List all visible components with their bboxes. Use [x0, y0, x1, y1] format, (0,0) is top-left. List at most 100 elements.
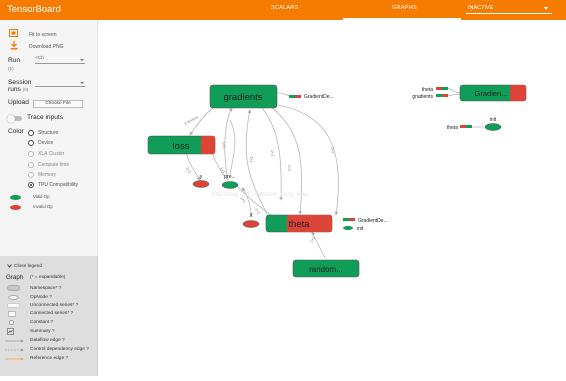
chevron-down-icon — [80, 82, 84, 84]
legend-reference-edge[interactable]: Reference edge ? — [30, 356, 68, 361]
color-radio-xla-cluster[interactable] — [28, 151, 34, 157]
color-option-device: Device — [38, 140, 54, 146]
edge-label-1: 1×1 — [185, 167, 192, 175]
top-bar: TensorBoard SCALARS GRAPHS INACTIVE — [0, 0, 566, 20]
opnode-icon — [8, 295, 19, 300]
node-loss[interactable]: loss — [147, 135, 216, 155]
valid-op-label: Valid Op — [33, 194, 50, 199]
edge-label-5: 1×1 — [270, 150, 275, 157]
graph-svg: 3 tensors 1×1 1×1 1×1 1×1 1×1 1×1 1×1 1×… — [147, 84, 527, 278]
node-gradients-aux-label: Gradien... — [475, 89, 508, 98]
color-option-structure: Structure — [38, 130, 59, 136]
node-gradients-aux[interactable]: Gradien... — [459, 84, 527, 102]
legend-control-dependency-edge[interactable]: Control dependency edge ? — [30, 347, 89, 352]
node-theta[interactable]: theta — [265, 214, 333, 233]
node-init-label: init — [490, 117, 497, 123]
run-select-value: <Ch — [35, 56, 44, 61]
aux-theta-input[interactable]: theta — [422, 87, 448, 93]
chevron-down-icon[interactable] — [7, 264, 12, 268]
edge-label-7: 1×1 — [330, 147, 335, 154]
legend-opnode[interactable]: OpNode ? — [30, 295, 52, 300]
chevron-down-icon — [544, 7, 548, 10]
constant-icon — [9, 320, 14, 325]
color-radio-tpu-compatibility[interactable] — [28, 182, 34, 188]
aux-gradients-label: gradients — [412, 94, 433, 100]
run-select[interactable]: <Ch — [35, 56, 85, 64]
run-count: (1) — [8, 66, 14, 71]
trace-inputs-label: Trace inputs — [27, 114, 64, 121]
connected-series-icon — [8, 311, 16, 317]
series-init[interactable]: init — [343, 226, 364, 232]
graph-canvas[interactable]: 3 tensors 1×1 1×1 1×1 1×1 1×1 1×1 1×1 1×… — [99, 20, 566, 376]
legend-constant[interactable]: Constant ? — [30, 320, 53, 325]
graph-legend-note: (* = expandable) — [30, 275, 66, 280]
node-x-label: X — [249, 213, 253, 219]
session-runs-word: runs — [8, 86, 21, 93]
edge-label-10: 1×1 — [254, 208, 261, 216]
aux-theta-label-2: theta — [447, 125, 458, 131]
choose-file-button[interactable]: Choose File — [33, 100, 83, 108]
download-png-button[interactable]: Download PNG — [29, 44, 63, 50]
watermark: http://blog.csdn.net/sinat_yang_liblu — [212, 192, 307, 198]
graph-legend-title: Graph — [6, 274, 24, 281]
session-runs-label-2: runs (0) — [8, 86, 28, 93]
node-theta-label: theta — [288, 219, 310, 230]
color-radio-structure[interactable] — [28, 130, 34, 136]
aux-theta-input-2[interactable]: theta — [447, 125, 472, 131]
node-gradients[interactable]: gradients — [209, 84, 278, 109]
run-status-value: INACTIVE — [468, 5, 494, 11]
tab-scalars[interactable]: SCALARS — [271, 5, 299, 11]
node-random[interactable]: random... — [292, 259, 360, 278]
color-option-xla-cluster: XLA Cluster — [38, 151, 65, 157]
node-init[interactable]: init — [484, 117, 502, 131]
session-runs-count: (0) — [22, 87, 29, 92]
series-gradient-descent-2[interactable]: GradientDe... — [343, 218, 388, 224]
color-option-memory: Memory — [38, 172, 57, 178]
valid-op-swatch — [10, 195, 21, 200]
edge-random-theta — [311, 231, 326, 259]
node-pre[interactable]: pre... — [221, 174, 239, 189]
tab-graphs[interactable]: GRAPHS — [392, 5, 417, 11]
legend-unconnected-series[interactable]: Unconnected series* ? — [30, 303, 78, 308]
invalid-op-label: Invalid Op — [33, 204, 53, 209]
edge-gradients-side — [277, 92, 291, 97]
color-label: Color — [8, 128, 24, 135]
run-status-dropdown[interactable]: INACTIVE — [466, 3, 552, 14]
aux-theta-label: theta — [422, 87, 433, 93]
color-option-tpu-compatibility: TPU Compatibility — [38, 182, 79, 188]
edge-gradients-theta-2 — [271, 107, 303, 215]
legend-summary[interactable]: Summary ? — [30, 329, 55, 334]
dataflow-edge-icon — [5, 339, 24, 343]
legend-namespace[interactable]: Namespace* ? — [30, 286, 61, 291]
legend-connected-series[interactable]: Connected series* ? — [30, 311, 73, 316]
fit-to-screen-icon[interactable] — [9, 29, 18, 37]
invalid-op-swatch — [10, 205, 21, 210]
node-pre-label: pre... — [224, 174, 235, 180]
download-icon[interactable] — [10, 41, 18, 50]
legend-dataflow-edge[interactable]: Dataflow edge ? — [30, 338, 65, 343]
namespace-icon — [7, 285, 20, 291]
summary-icon — [7, 328, 14, 335]
node-x[interactable]: X — [242, 213, 260, 228]
session-runs-select[interactable] — [35, 79, 85, 87]
node-gradients-label: gradients — [223, 92, 262, 103]
edge-label-3-tensors: 3 tensors — [184, 115, 200, 126]
node-y[interactable]: y — [192, 174, 210, 188]
edge-grad-aux — [447, 93, 461, 97]
control-dependency-edge-icon — [5, 348, 24, 352]
edge-label-3: 1×1 — [221, 141, 226, 148]
edge-pre-up — [229, 119, 236, 176]
aux-gradients-input[interactable]: gradients — [412, 94, 448, 100]
unconnected-series-icon — [7, 303, 20, 308]
fit-to-screen-button[interactable]: Fit to screen — [29, 32, 57, 38]
color-radio-memory[interactable] — [28, 172, 34, 178]
app-title: TensorBoard — [7, 4, 61, 15]
color-radio-device[interactable] — [28, 140, 34, 146]
trace-inputs-toggle[interactable] — [7, 114, 22, 123]
close-legend-button[interactable]: Close legend — [14, 264, 42, 269]
color-radio-compute-time[interactable] — [28, 162, 34, 168]
node-random-label: random... — [309, 265, 343, 274]
edge-label-6: 1×1 — [287, 165, 292, 172]
series-gradient-descent-1[interactable]: GradientDe... — [289, 94, 334, 100]
run-label: Run — [8, 57, 21, 64]
